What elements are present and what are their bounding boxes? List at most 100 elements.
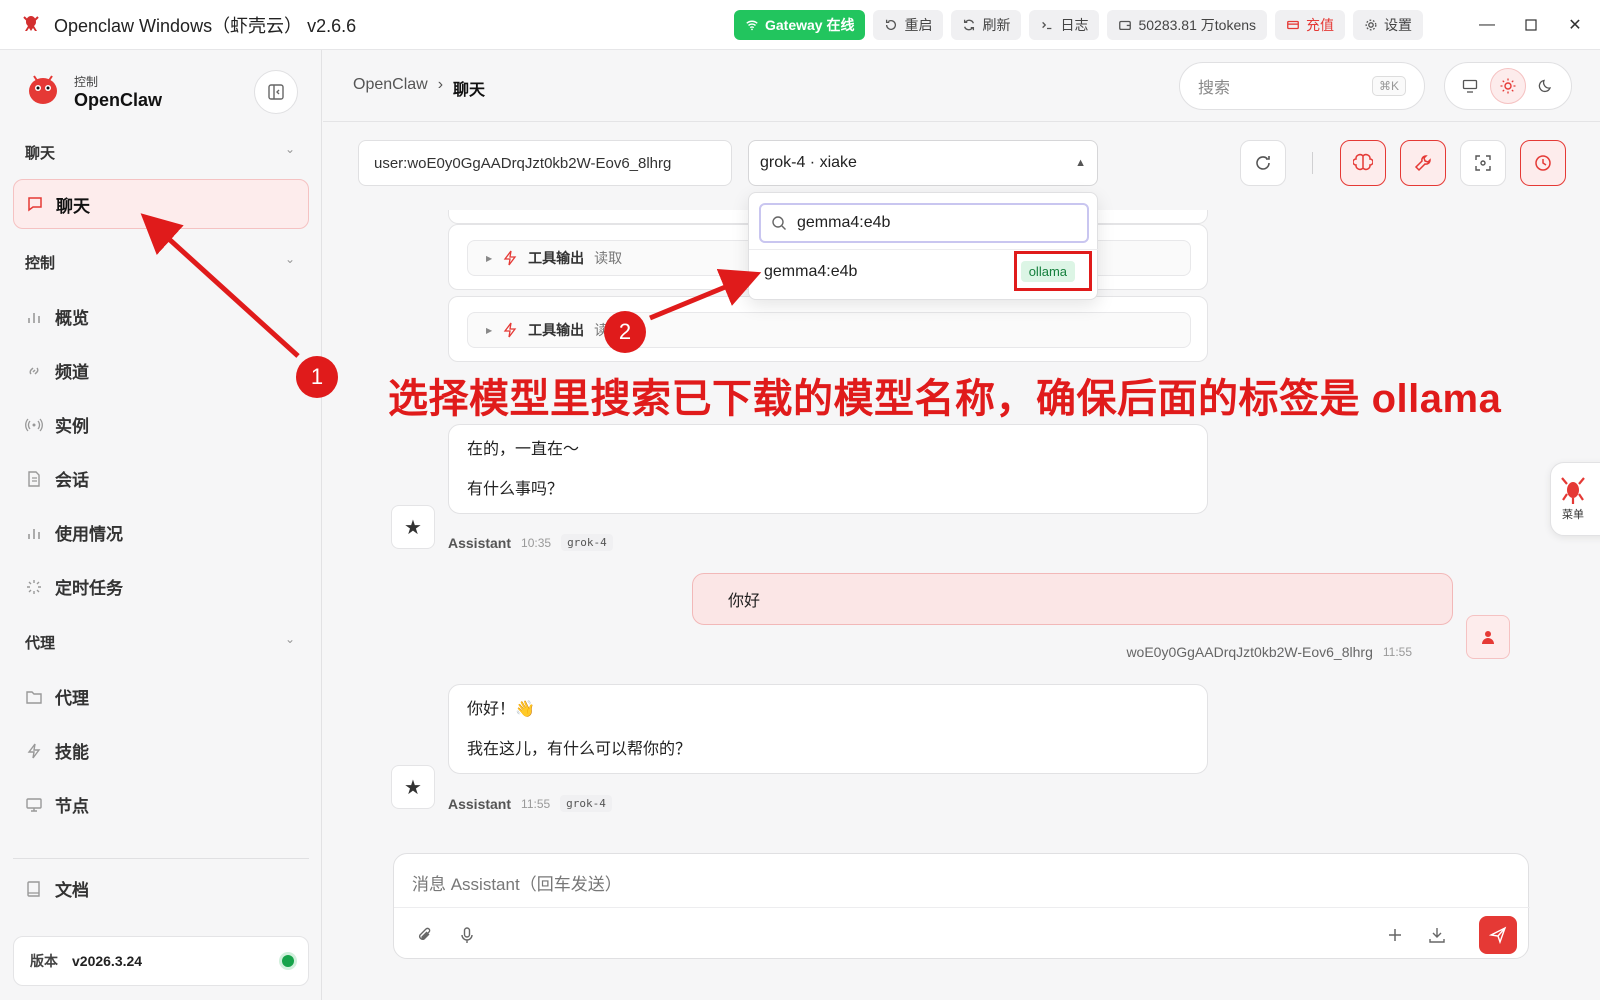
gateway-label: Gateway 在线 bbox=[765, 17, 855, 33]
close-icon[interactable]: ✕ bbox=[1568, 17, 1582, 34]
search-input[interactable]: 搜索 ⌘K bbox=[1179, 62, 1425, 110]
sidebar-item-chat[interactable]: 聊天 bbox=[13, 179, 309, 229]
session-key-input[interactable]: user:woE0y0GgAADrqJzt0kb2W-Eov6_8lhrg bbox=[358, 140, 732, 186]
lobster-icon bbox=[1561, 477, 1585, 504]
history-button[interactable] bbox=[1520, 140, 1566, 186]
sidebar-item-overview[interactable]: 概览 bbox=[25, 304, 89, 329]
chat-bubble-icon bbox=[28, 197, 42, 212]
restart-icon bbox=[886, 19, 897, 31]
sidebar-item-docs[interactable]: 文档 bbox=[25, 876, 89, 901]
sidebar-item-agents[interactable]: 代理 bbox=[25, 684, 89, 709]
breadcrumb-root[interactable]: OpenClaw bbox=[353, 76, 428, 100]
model-select-value: grok-4 · xiake bbox=[760, 154, 857, 171]
sidebar-item-cron[interactable]: 定时任务 bbox=[25, 574, 123, 599]
reload-button[interactable] bbox=[1240, 140, 1286, 186]
message-author: Assistant bbox=[448, 534, 512, 551]
refresh-icon bbox=[964, 19, 975, 31]
send-icon bbox=[1489, 926, 1507, 944]
wrench-icon bbox=[1414, 155, 1431, 172]
sidebar-item-channels[interactable]: 频道 bbox=[25, 358, 89, 383]
message-line: 你好 bbox=[728, 593, 761, 610]
message-input[interactable]: 消息 Assistant（回车发送） bbox=[412, 870, 622, 895]
dark-theme-button[interactable] bbox=[1528, 68, 1564, 104]
minimize-icon[interactable]: — bbox=[1479, 16, 1495, 33]
sidebar-item-sessions[interactable]: 会话 bbox=[25, 466, 89, 491]
focus-mode-button[interactable] bbox=[1460, 140, 1506, 186]
sidebar-item-instances[interactable]: 实例 bbox=[25, 412, 89, 437]
logs-label: 日志 bbox=[1060, 17, 1089, 33]
section-header-chat[interactable]: 聊天 ⌄ bbox=[25, 142, 295, 163]
version-label: 版本 bbox=[30, 953, 58, 969]
sidebar-item-skills[interactable]: 技能 bbox=[25, 738, 89, 763]
monitor-icon bbox=[26, 797, 42, 812]
breadcrumb-separator: › bbox=[437, 76, 444, 93]
thinking-toggle-button[interactable] bbox=[1340, 140, 1386, 186]
message-line: 有什么事吗？ bbox=[467, 481, 564, 498]
search-shortcut: ⌘K bbox=[1371, 76, 1406, 96]
tools-toggle-button[interactable] bbox=[1400, 140, 1446, 186]
message-time: 11:55 bbox=[1382, 645, 1412, 659]
sidebar-item-usage[interactable]: 使用情况 bbox=[25, 520, 123, 545]
light-theme-button[interactable] bbox=[1490, 68, 1526, 104]
page-header: OpenClaw › 聊天 搜索 ⌘K bbox=[323, 50, 1600, 122]
status-dot-icon bbox=[282, 955, 294, 967]
collapse-sidebar-button[interactable] bbox=[254, 70, 298, 114]
lightning-icon bbox=[503, 250, 517, 266]
refresh-button[interactable]: 刷新 bbox=[951, 10, 1022, 40]
model-search-input[interactable]: gemma4:e4b bbox=[759, 203, 1089, 243]
sidebar-item-nodes[interactable]: 节点 bbox=[25, 792, 89, 817]
system-theme-button[interactable] bbox=[1452, 68, 1488, 104]
message-meta: Assistant 10:35 grok-4 bbox=[448, 534, 613, 551]
send-button[interactable] bbox=[1479, 916, 1517, 954]
message-line: 我在这儿，有什么可以帮你的？ bbox=[467, 741, 692, 758]
paperclip-icon bbox=[419, 927, 431, 940]
tool-output-toggle[interactable]: ▶ 工具输出 读 bbox=[467, 312, 1191, 348]
chevron-down-icon: ⌄ bbox=[284, 142, 295, 156]
download-icon bbox=[1429, 928, 1445, 943]
recharge-label: 充值 bbox=[1306, 17, 1335, 33]
sidebar-item-label: 会话 bbox=[55, 471, 89, 490]
user-message: 你好 bbox=[692, 573, 1453, 625]
message-author: Assistant bbox=[448, 795, 512, 812]
settings-button[interactable]: 设置 bbox=[1353, 10, 1424, 40]
tool-output-card: ▶ 工具输出 读 bbox=[448, 296, 1208, 362]
plus-icon bbox=[1389, 929, 1401, 941]
new-session-button[interactable] bbox=[1380, 920, 1410, 950]
export-button[interactable] bbox=[1422, 920, 1452, 950]
model-option-name: gemma4:e4b bbox=[764, 262, 858, 280]
tokens-button[interactable]: 50283.81 万tokens bbox=[1107, 10, 1268, 40]
floating-menu-button[interactable]: 菜单 bbox=[1550, 462, 1600, 536]
user-avatar bbox=[1466, 615, 1510, 659]
book-icon bbox=[27, 880, 40, 897]
recharge-button[interactable]: 充值 bbox=[1275, 10, 1346, 40]
maximize-icon[interactable] bbox=[1524, 18, 1538, 32]
section-control-label: 控制 bbox=[25, 255, 56, 272]
theme-switcher bbox=[1444, 62, 1572, 110]
logs-button[interactable]: 日志 bbox=[1029, 10, 1100, 40]
model-select[interactable]: grok-4 · xiake ▲ bbox=[748, 140, 1098, 186]
section-header-control[interactable]: 控制 ⌄ bbox=[25, 252, 295, 273]
gear-icon bbox=[1365, 19, 1377, 31]
restart-button[interactable]: 重启 bbox=[873, 10, 944, 40]
brain-icon bbox=[1353, 153, 1373, 171]
brand-name: OpenClaw bbox=[74, 89, 163, 110]
section-chat-label: 聊天 bbox=[25, 145, 56, 162]
attach-button[interactable] bbox=[410, 920, 440, 950]
loader-icon bbox=[27, 579, 41, 594]
sun-icon bbox=[1500, 78, 1516, 94]
assistant-message: 你好！👋 我在这儿，有什么可以帮你的？ bbox=[448, 684, 1208, 774]
title-bar: Openclaw Windows（虾壳云） v2.6.6 Gateway 在线 … bbox=[0, 0, 1600, 50]
voice-button[interactable] bbox=[452, 920, 482, 950]
breadcrumb: OpenClaw › 聊天 bbox=[353, 76, 485, 100]
version-value: v2026.3.24 bbox=[72, 953, 143, 969]
triangle-right-icon: ▶ bbox=[486, 253, 493, 263]
section-header-agent[interactable]: 代理 ⌄ bbox=[25, 632, 295, 653]
gateway-status-button[interactable]: Gateway 在线 bbox=[734, 10, 866, 40]
wallet-icon bbox=[1119, 20, 1132, 31]
lightning-icon bbox=[27, 743, 41, 758]
wifi-icon bbox=[746, 20, 758, 31]
toolbar-separator bbox=[1312, 152, 1313, 174]
folder-icon bbox=[26, 690, 42, 704]
restart-label: 重启 bbox=[904, 17, 933, 33]
microphone-icon bbox=[461, 927, 473, 943]
